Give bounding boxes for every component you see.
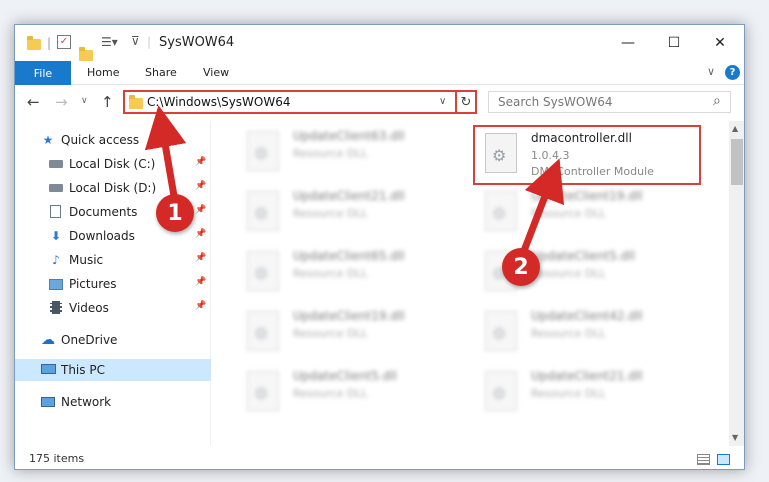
arrow-to-address-bar <box>144 105 187 197</box>
step-2-badge: 2 <box>502 248 540 286</box>
arrow-to-dll-file <box>518 158 565 258</box>
step-1-badge: 1 <box>156 194 194 232</box>
annotation-arrows <box>144 105 565 258</box>
